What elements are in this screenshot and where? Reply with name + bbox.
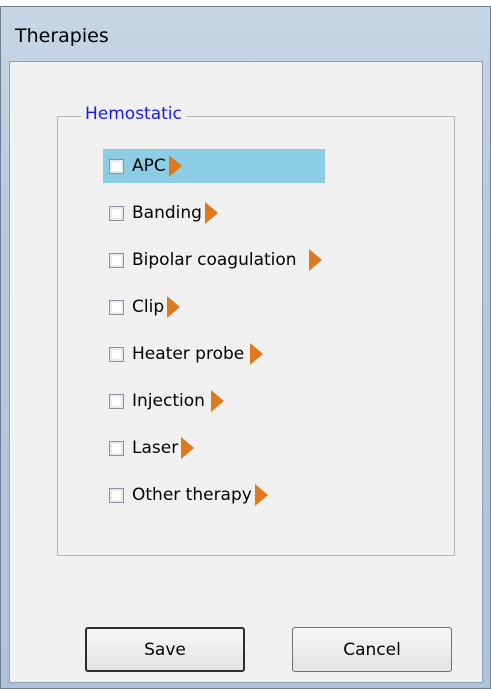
window-title: Therapies: [15, 25, 109, 47]
therapies-window: Therapies Hemostatic APC Banding Bipolar…: [0, 6, 491, 689]
expand-arrow-icon[interactable]: [250, 343, 264, 365]
item-label: Bipolar coagulation: [132, 250, 297, 270]
therapy-item-apc[interactable]: APC: [103, 149, 325, 183]
item-label: Heater probe: [132, 344, 245, 364]
title-bar[interactable]: Therapies: [1, 7, 490, 61]
save-button[interactable]: Save: [85, 627, 245, 672]
expand-arrow-icon[interactable]: [204, 202, 218, 224]
dialog-body: Hemostatic APC Banding Bipolar coagulati…: [9, 61, 483, 683]
item-label: Laser: [132, 438, 179, 458]
checkbox[interactable]: [109, 440, 124, 456]
therapy-item-laser[interactable]: Laser: [103, 431, 195, 465]
cancel-button[interactable]: Cancel: [292, 627, 452, 672]
therapy-item-clip[interactable]: Clip: [103, 290, 181, 324]
therapy-item-banding[interactable]: Banding: [103, 196, 218, 230]
checkbox[interactable]: [109, 158, 124, 174]
checkbox[interactable]: [109, 205, 124, 221]
checkbox[interactable]: [109, 252, 124, 268]
expand-arrow-icon[interactable]: [210, 390, 224, 412]
expand-arrow-icon[interactable]: [254, 484, 268, 506]
therapy-item-bipolar-coagulation[interactable]: Bipolar coagulation: [103, 243, 322, 277]
item-label: Clip: [132, 297, 165, 317]
therapy-item-injection[interactable]: Injection: [103, 384, 224, 418]
group-label: Hemostatic: [81, 104, 186, 124]
checkbox[interactable]: [109, 346, 124, 362]
item-label: Injection: [132, 391, 205, 411]
checkbox[interactable]: [109, 393, 124, 409]
therapy-item-heater-probe[interactable]: Heater probe: [103, 337, 264, 371]
checkbox[interactable]: [109, 299, 124, 315]
expand-arrow-icon[interactable]: [308, 249, 322, 271]
expand-arrow-icon[interactable]: [167, 296, 181, 318]
item-label: Other therapy: [132, 485, 252, 505]
therapy-item-other-therapy[interactable]: Other therapy: [103, 478, 268, 512]
expand-arrow-icon[interactable]: [181, 437, 195, 459]
item-label: Banding: [132, 203, 202, 223]
checkbox[interactable]: [109, 487, 124, 503]
item-label: APC: [132, 156, 166, 176]
expand-arrow-icon[interactable]: [168, 155, 182, 177]
